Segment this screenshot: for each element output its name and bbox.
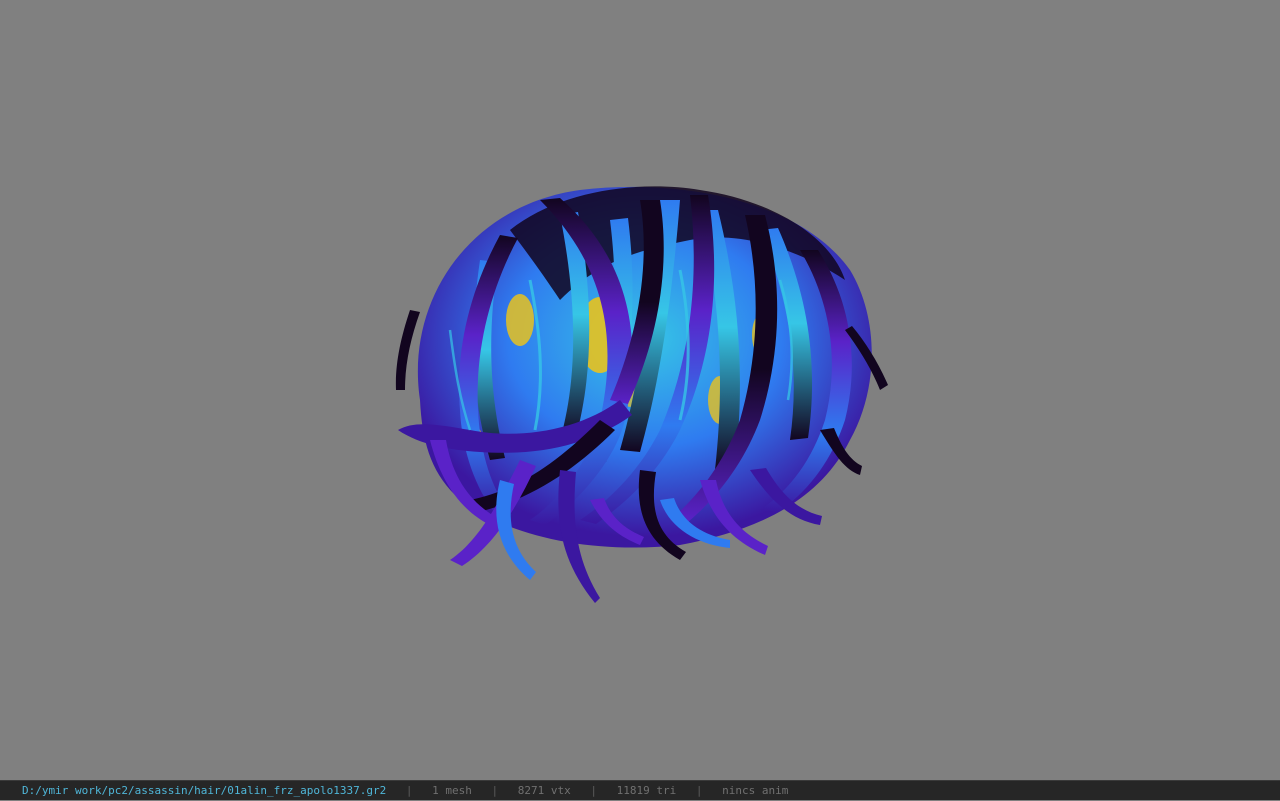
- status-vertex-count: 8271 vtx: [517, 784, 571, 797]
- status-separator: |: [405, 784, 413, 797]
- status-file-path: D:/ymir work/pc2/assassin/hair/01alin_fr…: [22, 784, 387, 797]
- 3d-viewport[interactable]: [0, 0, 1280, 780]
- status-anim-state: nincs anim: [722, 784, 789, 797]
- status-separator: |: [695, 784, 703, 797]
- highlight-patch: [506, 294, 534, 346]
- status-separator: |: [590, 784, 597, 797]
- status-bar: D:/ymir work/pc2/assassin/hair/01alin_fr…: [0, 780, 1280, 800]
- status-mesh-count: 1 mesh: [432, 784, 472, 797]
- status-triangle-count: 11819 tri: [616, 784, 677, 797]
- hair-model-render: [395, 186, 888, 603]
- status-separator: |: [491, 784, 499, 797]
- hair-fringe: [395, 310, 420, 390]
